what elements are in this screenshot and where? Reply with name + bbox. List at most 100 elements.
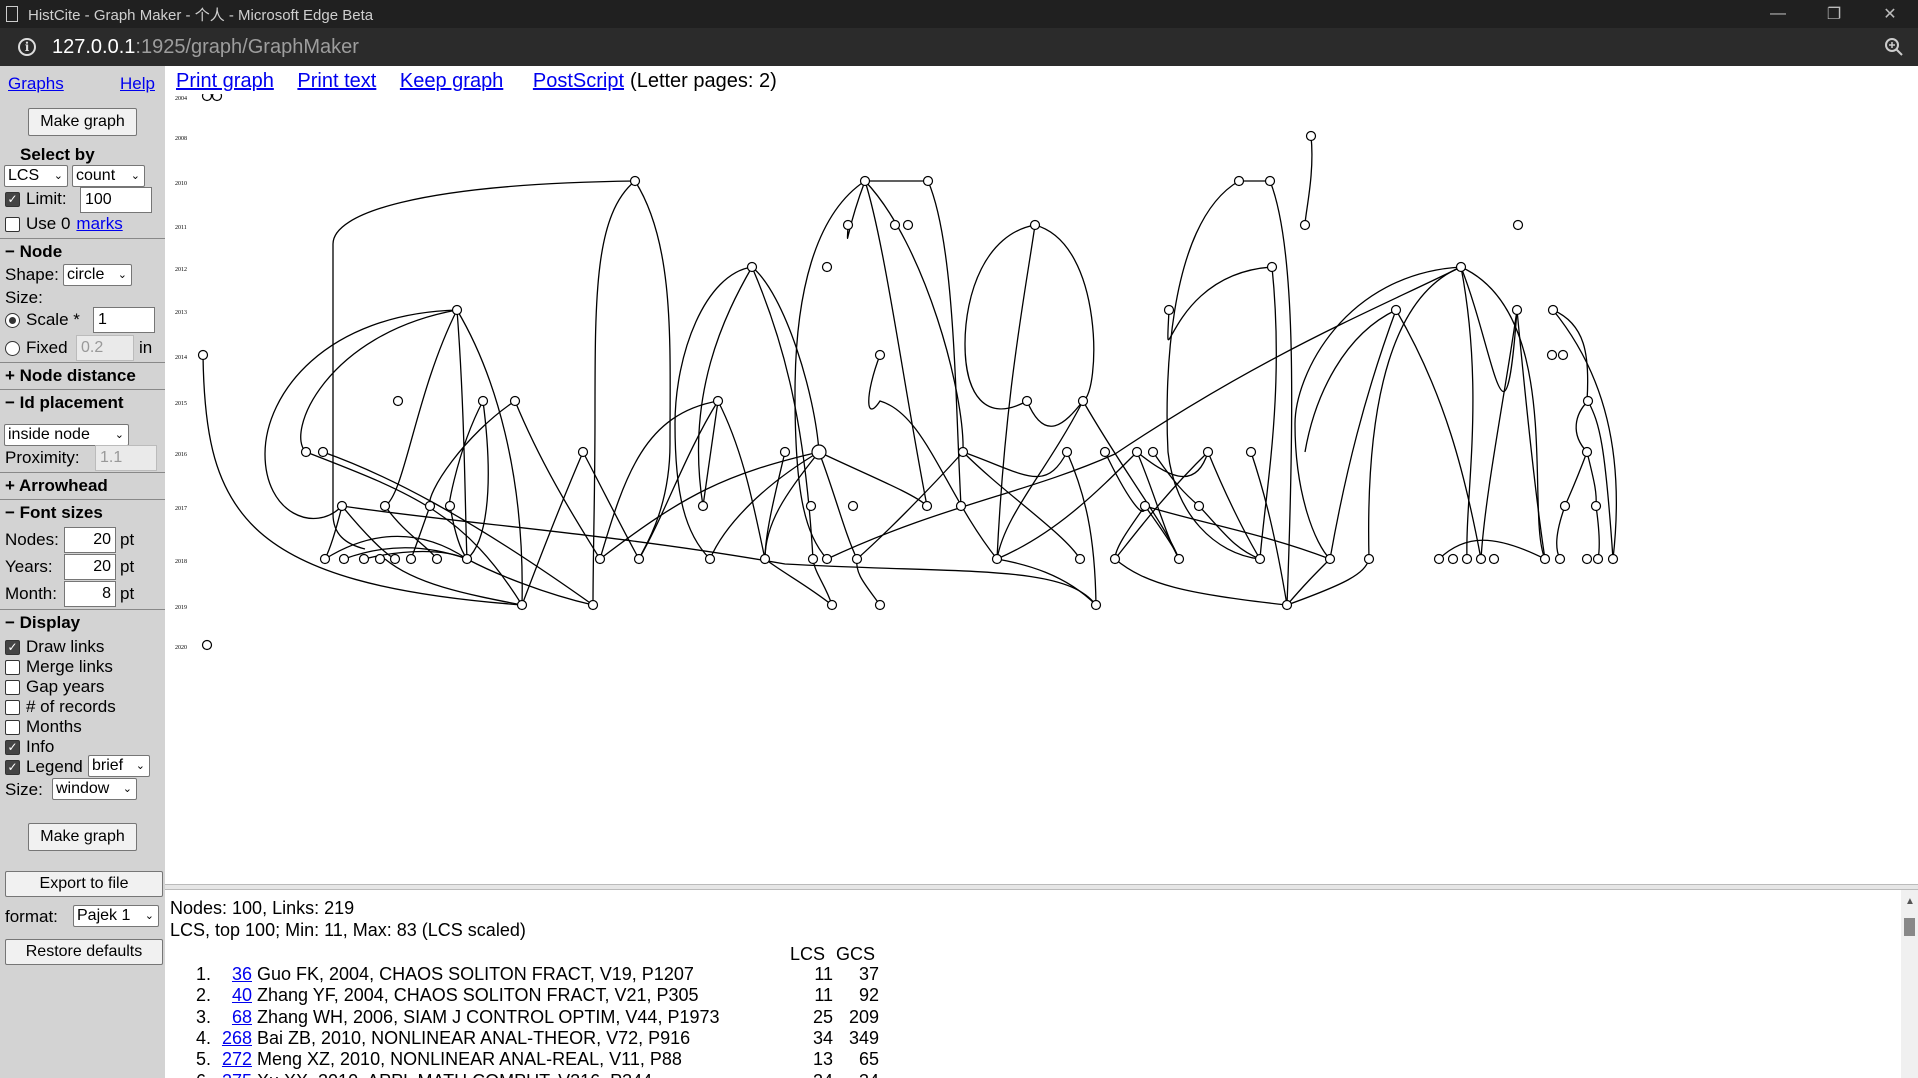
graph-node[interactable] [859, 175, 871, 187]
graph-node[interactable] [1475, 553, 1487, 565]
help-link[interactable]: Help [120, 74, 155, 94]
scale-radio[interactable] [5, 312, 20, 328]
graph-node[interactable] [1512, 219, 1524, 231]
info-checkbox[interactable]: ✓ [5, 739, 20, 755]
num-records-checkbox[interactable] [5, 699, 20, 715]
restore-defaults-button[interactable]: Restore defaults [5, 939, 163, 965]
graph-node[interactable] [424, 500, 436, 512]
print-text-link[interactable]: Print text [297, 70, 376, 92]
graph-node[interactable] [805, 500, 817, 512]
graph-node[interactable] [477, 395, 489, 407]
use-marks-checkbox[interactable] [5, 216, 20, 232]
graph-node[interactable] [712, 395, 724, 407]
proximity-input[interactable]: 1.1 [95, 445, 157, 471]
graph-node[interactable] [374, 553, 386, 565]
graph-node[interactable] [704, 553, 716, 565]
graph-node[interactable] [955, 500, 967, 512]
graph-node[interactable] [1511, 304, 1523, 316]
graph-node[interactable] [1582, 395, 1594, 407]
keep-graph-link[interactable]: Keep graph [400, 70, 503, 92]
graph-node[interactable] [1074, 553, 1086, 565]
graph-node[interactable] [1245, 446, 1257, 458]
graph-node[interactable] [451, 304, 463, 316]
graph-node[interactable] [211, 94, 223, 102]
graph-node[interactable] [1202, 446, 1214, 458]
graph-node[interactable] [957, 446, 969, 458]
fixed-input[interactable]: 0.2 [76, 335, 134, 361]
graph-node[interactable] [1539, 553, 1551, 565]
graph-node[interactable] [1061, 446, 1073, 458]
graph-node[interactable] [1131, 446, 1143, 458]
graph-node[interactable] [461, 553, 473, 565]
graph-node[interactable] [1581, 446, 1593, 458]
select-mode-dropdown[interactable]: count ⌄ [72, 165, 145, 187]
graph-node[interactable] [902, 219, 914, 231]
legend-dropdown[interactable]: brief ⌄ [88, 755, 150, 777]
print-graph-link[interactable]: Print graph [176, 70, 274, 92]
graph-node[interactable] [1077, 395, 1089, 407]
graph-node[interactable] [922, 175, 934, 187]
shape-dropdown[interactable]: circle ⌄ [63, 264, 132, 286]
graph-node[interactable] [1099, 446, 1111, 458]
graph-node[interactable] [392, 395, 404, 407]
graph-node[interactable] [1363, 553, 1375, 565]
graph-node[interactable] [317, 446, 329, 458]
graph-node[interactable] [1021, 395, 1033, 407]
graph-node[interactable] [1264, 175, 1276, 187]
graph-node[interactable] [874, 599, 886, 611]
graph-node[interactable] [1559, 500, 1571, 512]
graph-node[interactable] [1461, 553, 1473, 565]
years-font-input[interactable]: 20 [64, 554, 116, 580]
export-to-file-button[interactable]: Export to file [5, 871, 163, 897]
citation-graph[interactable]: 2004 2008 2010 2011 2012 2013 2014 2015 2016 2017… [165, 94, 1918, 884]
graph-node[interactable] [577, 446, 589, 458]
graph-node[interactable] [338, 553, 350, 565]
graph-node[interactable] [1324, 553, 1336, 565]
graph-node[interactable] [874, 349, 886, 361]
node-distance-section-header[interactable]: + Node distance [0, 366, 165, 386]
record-id-link[interactable]: 36 [220, 964, 252, 985]
graph-node[interactable] [1193, 500, 1205, 512]
graph-node[interactable] [842, 219, 854, 231]
graph-node[interactable] [319, 553, 331, 565]
graph-node[interactable] [1581, 553, 1593, 565]
node-section-header[interactable]: − Node [0, 242, 165, 262]
graphs-link[interactable]: Graphs [8, 74, 64, 94]
graph-node[interactable] [1163, 304, 1175, 316]
minimize-icon[interactable]: — [1750, 5, 1806, 23]
close-icon[interactable]: ✕ [1862, 4, 1918, 24]
graph-node[interactable] [847, 500, 859, 512]
graph-node[interactable] [1546, 349, 1558, 361]
display-section-header[interactable]: − Display [0, 613, 165, 633]
graph-node[interactable] [821, 261, 833, 273]
graph-node[interactable] [826, 599, 838, 611]
graph-node[interactable] [1607, 553, 1619, 565]
id-placement-dropdown[interactable]: inside node ⌄ [4, 424, 129, 446]
record-id-link[interactable]: 40 [220, 985, 252, 1006]
graph-node[interactable] [629, 175, 641, 187]
graph-node[interactable] [1029, 219, 1041, 231]
graph-node[interactable] [1557, 349, 1569, 361]
graph-node[interactable] [1590, 500, 1602, 512]
months-checkbox[interactable] [5, 719, 20, 735]
graph-node[interactable] [405, 553, 417, 565]
format-dropdown[interactable]: Pajek 1 ⌄ [73, 905, 159, 927]
graph-node[interactable] [807, 553, 819, 565]
graph-node[interactable] [746, 261, 758, 273]
graph-node[interactable] [697, 500, 709, 512]
graph-node[interactable] [1547, 304, 1559, 316]
graph-node[interactable] [821, 553, 833, 565]
graph-node[interactable] [779, 446, 791, 458]
graph-node[interactable] [889, 219, 901, 231]
graph-node[interactable] [1233, 175, 1245, 187]
graph-node[interactable] [1266, 261, 1278, 273]
graph-node[interactable] [759, 553, 771, 565]
graph-node[interactable] [379, 500, 391, 512]
graph-node[interactable] [594, 553, 606, 565]
graph-node[interactable] [1109, 553, 1121, 565]
graph-node[interactable] [811, 444, 827, 460]
graph-node[interactable] [201, 639, 213, 651]
graph-node[interactable] [1173, 553, 1185, 565]
fixed-radio[interactable] [5, 340, 20, 356]
postscript-link[interactable]: PostScript [533, 70, 624, 92]
